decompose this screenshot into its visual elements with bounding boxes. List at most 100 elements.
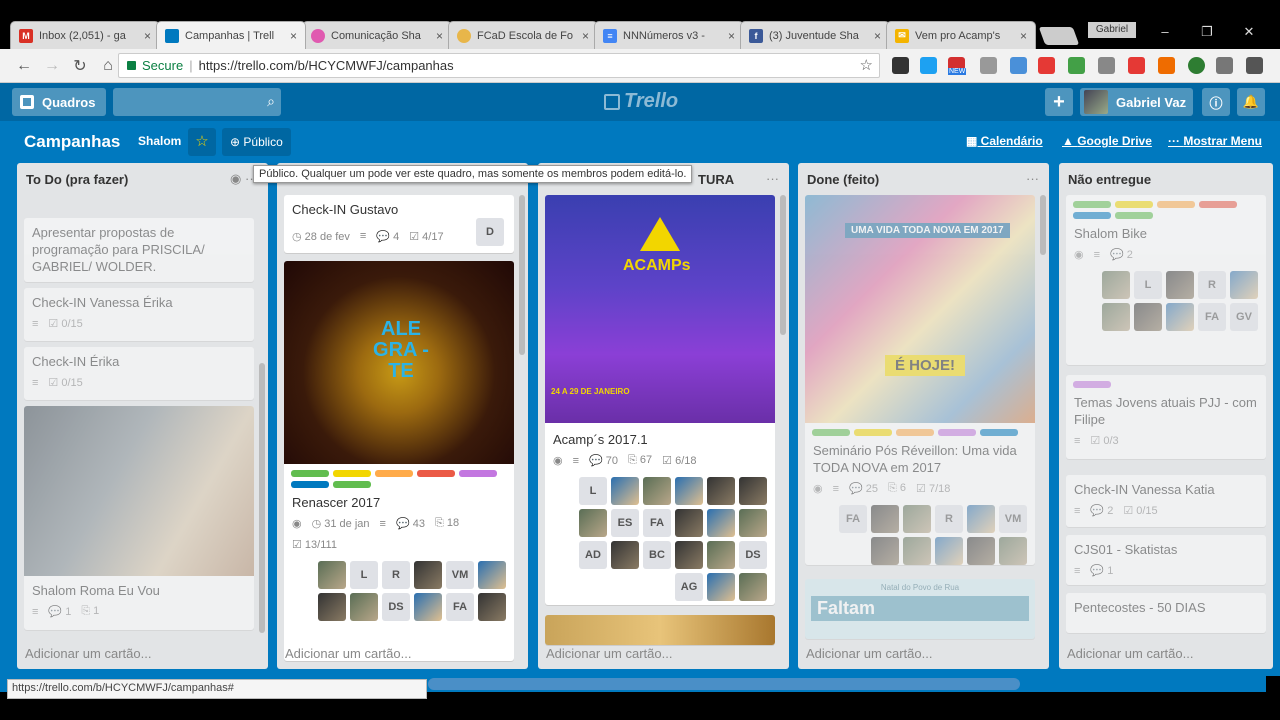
browser-tab-fcad[interactable]: FCaD Escola de Fo × (448, 21, 598, 49)
board-horizontal-scrollbar[interactable] (428, 678, 1020, 690)
show-menu-link[interactable]: ··· Mostrar Menu (1168, 134, 1262, 148)
add-card-link[interactable]: Adicionar um cartão... (285, 646, 411, 661)
list-menu-icon[interactable]: ··· (1026, 171, 1039, 186)
minimize-button[interactable]: – (1150, 24, 1180, 39)
user-menu-button[interactable]: Gabriel Vaz (1080, 88, 1193, 116)
list-title[interactable]: Não entregue (1068, 172, 1151, 187)
chrome-menu-icon[interactable] (1246, 57, 1263, 74)
avatar[interactable]: FA (839, 505, 867, 533)
avatar[interactable]: R (935, 505, 963, 533)
list-item[interactable] (545, 615, 775, 645)
avatar[interactable] (643, 477, 671, 505)
close-icon[interactable]: × (436, 29, 443, 43)
avatar[interactable] (871, 505, 899, 533)
avatar[interactable] (478, 561, 506, 589)
avatar[interactable] (707, 509, 735, 537)
avatar[interactable] (739, 509, 767, 537)
avatar[interactable] (1230, 271, 1258, 299)
browser-tab-gmail[interactable]: M Inbox (2,051) - ga × (10, 21, 160, 49)
avatar[interactable]: VM (446, 561, 474, 589)
extension-icon[interactable] (1158, 57, 1175, 74)
close-icon[interactable]: × (582, 29, 589, 43)
new-tab-button[interactable] (1038, 27, 1080, 45)
avatar[interactable]: L (350, 561, 378, 589)
close-icon[interactable]: × (290, 29, 297, 43)
list-item[interactable]: CJS01 - Skatistas ≡ 💬 1 (1066, 535, 1266, 585)
add-card-link[interactable]: Adicionar um cartão... (806, 646, 932, 661)
avatar[interactable] (1134, 303, 1162, 331)
list-title[interactable]: Done (feito) (807, 172, 879, 187)
avatar[interactable] (739, 477, 767, 505)
restore-button[interactable]: ❐ (1192, 24, 1222, 40)
close-icon[interactable]: × (728, 29, 735, 43)
avatar[interactable]: L (1134, 271, 1162, 299)
close-icon[interactable]: × (144, 29, 151, 43)
add-button[interactable]: + (1045, 88, 1073, 116)
list-scrollbar[interactable] (259, 363, 265, 633)
avatar[interactable]: R (1198, 271, 1226, 299)
board-team[interactable]: Shalom (138, 134, 181, 148)
avatar[interactable] (478, 593, 506, 621)
avatar[interactable]: FA (643, 509, 671, 537)
avatar[interactable]: FA (1198, 303, 1226, 331)
list-item[interactable]: ALE GRA -TE Renascer 2017 ◉ ◷ 31 de jan … (284, 261, 514, 661)
close-window-button[interactable]: ✕ (1234, 24, 1264, 40)
forward-icon[interactable]: → (38, 57, 66, 75)
list-item[interactable]: Shalom Roma Eu Vou ≡ 💬 1 ⎘ 1 (24, 406, 254, 630)
avatar[interactable]: L (579, 477, 607, 505)
list-item[interactable]: UMA VIDA TODA NOVA EM 2017 É HOJE! Semin… (805, 195, 1035, 565)
add-card-link[interactable]: Adicionar um cartão... (25, 646, 151, 661)
list-item[interactable]: Check-IN Érika ≡ ☑ 0/15 (24, 347, 254, 400)
list-title[interactable]: To Do (pra fazer) (26, 172, 128, 187)
close-icon[interactable]: × (874, 29, 881, 43)
avatar[interactable] (1166, 271, 1194, 299)
google-drive-link[interactable]: ▲ Google Drive (1062, 134, 1152, 148)
extension-icon[interactable] (980, 57, 997, 74)
back-icon[interactable]: ← (10, 57, 38, 75)
avatar[interactable]: BC (643, 541, 671, 569)
avatar[interactable]: R (382, 561, 410, 589)
avatar[interactable] (739, 573, 767, 601)
list-title[interactable]: TURA (698, 172, 734, 187)
avatar[interactable] (318, 593, 346, 621)
star-board-icon[interactable]: ☆ (188, 128, 216, 156)
list-item[interactable]: Check-IN Gustavo ◷ 28 de fev ≡ 💬 4 ☑ 4/1… (284, 195, 514, 253)
browser-tab-facebook[interactable]: f (3) Juventude Sha × (740, 21, 890, 49)
avatar[interactable]: DS (382, 593, 410, 621)
list-item[interactable]: Check-IN Vanessa Érika ≡ ☑ 0/15 (24, 288, 254, 341)
avatar[interactable]: GV (1230, 303, 1258, 331)
avatar[interactable] (871, 537, 899, 565)
boards-button[interactable]: Quadros (12, 88, 106, 116)
close-icon[interactable]: × (1020, 29, 1027, 43)
extension-icon[interactable] (1010, 57, 1027, 74)
avatar[interactable] (903, 505, 931, 533)
avatar[interactable] (999, 537, 1027, 565)
list-item[interactable]: Check-IN Vanessa Katia ≡ 💬 2 ☑ 0/15 (1066, 475, 1266, 527)
list-scrollbar[interactable] (1040, 195, 1046, 255)
reload-icon[interactable]: ↻ (66, 56, 94, 76)
avatar[interactable]: ES (611, 509, 639, 537)
youtube-extension-icon[interactable] (1038, 57, 1055, 74)
avatar[interactable] (903, 537, 931, 565)
trello-logo[interactable]: Trello (604, 90, 678, 113)
list-item[interactable]: Apresentar propostas de programação para… (24, 218, 254, 282)
avatar[interactable]: D (476, 218, 504, 246)
info-icon[interactable]: ⓘ (1202, 88, 1230, 116)
list-item[interactable]: Shalom Bike ◉ ≡ 💬 2 LR FA GV (1066, 195, 1266, 365)
avatar[interactable] (414, 561, 442, 589)
extension-icon[interactable] (1216, 57, 1233, 74)
board-title[interactable]: Campanhas (24, 132, 120, 152)
list-item[interactable]: Natal do Povo de Rua Faltam (805, 579, 1035, 639)
visibility-button[interactable]: ⊕ Público (222, 128, 291, 156)
extension-icon[interactable] (1188, 57, 1205, 74)
avatar[interactable] (707, 477, 735, 505)
avatar[interactable] (967, 505, 995, 533)
avatar[interactable] (414, 593, 442, 621)
calendar-link[interactable]: ▦ Calendário (966, 134, 1043, 148)
avatar[interactable] (350, 593, 378, 621)
avatar[interactable] (318, 561, 346, 589)
extension-icon[interactable] (1098, 57, 1115, 74)
extension-icon[interactable] (1068, 57, 1085, 74)
twitter-extension-icon[interactable] (920, 57, 937, 74)
browser-tab-numeros[interactable]: ≡ NNNúmeros v3 - × (594, 21, 744, 49)
